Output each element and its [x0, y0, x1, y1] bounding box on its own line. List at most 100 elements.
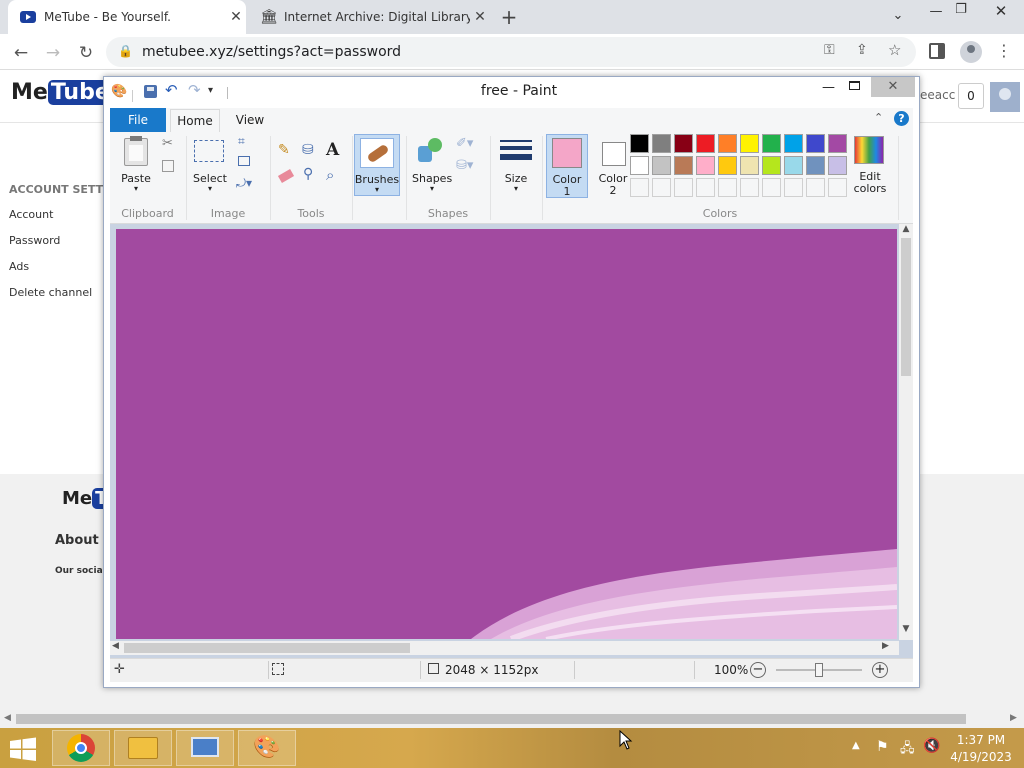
notification-count[interactable]: 0 — [958, 83, 984, 109]
scroll-down-icon[interactable]: ▼ — [899, 624, 913, 636]
vertical-scrollbar[interactable]: ▲ ▼ — [899, 224, 913, 640]
eraser-icon[interactable] — [277, 169, 295, 183]
taskbar-file-explorer-icon[interactable] — [114, 730, 172, 766]
palette-empty-swatch[interactable] — [696, 178, 715, 197]
tab-search-icon[interactable]: ⌄ — [887, 8, 909, 23]
palette-empty-swatch[interactable] — [762, 178, 781, 197]
forward-icon[interactable]: → — [42, 42, 64, 64]
share-icon[interactable]: ⇪ — [856, 42, 868, 58]
palette-empty-swatch[interactable] — [828, 178, 847, 197]
start-button-icon[interactable] — [8, 737, 38, 761]
bookmark-star-icon[interactable]: ☆ — [888, 41, 901, 59]
resize-icon[interactable] — [238, 156, 250, 166]
pencil-icon[interactable]: ✎ — [278, 142, 290, 158]
save-icon[interactable] — [144, 85, 157, 98]
drawing-canvas[interactable] — [116, 229, 897, 639]
copy-icon[interactable] — [162, 160, 174, 172]
reload-icon[interactable]: ↻ — [75, 42, 97, 64]
tab-close-icon[interactable]: ✕ — [470, 9, 490, 25]
text-tool-icon[interactable]: A — [326, 140, 339, 160]
scroll-right-icon[interactable]: ▶ — [882, 641, 889, 651]
tray-overflow-icon[interactable]: ▲ — [852, 740, 860, 751]
minimize-icon[interactable]: — — [925, 4, 947, 19]
tray-flag-icon[interactable]: ⚑ — [876, 739, 889, 755]
close-window-icon[interactable]: ✕ — [990, 2, 1012, 20]
url-text[interactable]: metubee.xyz/settings?act=password — [142, 44, 401, 60]
tab-home[interactable]: Home — [170, 109, 220, 132]
palette-swatch[interactable] — [762, 156, 781, 175]
collapse-ribbon-icon[interactable]: ⌃ — [874, 111, 883, 124]
taskbar-paint-icon[interactable]: 🎨 — [238, 730, 296, 766]
cut-icon[interactable]: ✂ — [162, 136, 173, 151]
new-tab-button[interactable]: + — [498, 6, 520, 28]
clock-time[interactable]: 1:37 PM — [946, 733, 1016, 747]
palette-empty-swatch[interactable] — [806, 178, 825, 197]
back-icon[interactable]: ← — [10, 42, 32, 64]
key-icon[interactable]: ⚿ — [824, 42, 835, 58]
profile-avatar-icon[interactable] — [960, 41, 982, 63]
color2-button[interactable]: Color 2 — [592, 134, 634, 198]
color-picker-icon[interactable]: ⚲ — [303, 166, 313, 182]
tray-volume-muted-icon[interactable]: 🔇 — [923, 738, 940, 754]
palette-swatch[interactable] — [828, 156, 847, 175]
edit-colors-label-2[interactable]: colors — [850, 182, 890, 195]
palette-swatch[interactable] — [696, 156, 715, 175]
shapes-button[interactable]: Shapes ▾ — [412, 136, 452, 196]
undo-icon[interactable]: ↶ — [165, 81, 178, 99]
paint-app-icon[interactable]: 🎨 — [111, 84, 127, 99]
palette-swatch[interactable] — [806, 156, 825, 175]
tray-network-icon[interactable]: 🖧 — [900, 739, 915, 761]
palette-swatch[interactable] — [740, 156, 759, 175]
paste-button[interactable]: Paste ▾ — [116, 136, 156, 196]
size-button[interactable]: Size ▾ — [496, 136, 536, 196]
avatar[interactable] — [990, 82, 1020, 112]
paint-close-button[interactable]: ✕ — [871, 77, 915, 97]
palette-empty-swatch[interactable] — [652, 178, 671, 197]
scroll-up-icon[interactable]: ▲ — [899, 224, 913, 236]
palette-swatch[interactable] — [630, 156, 649, 175]
palette-empty-swatch[interactable] — [630, 178, 649, 197]
palette-swatch[interactable] — [630, 134, 649, 153]
palette-swatch[interactable] — [718, 134, 737, 153]
taskbar-remote-desktop-icon[interactable] — [176, 730, 234, 766]
quick-access-dropdown-icon[interactable]: ▾ — [208, 85, 213, 96]
menu-account[interactable]: Account — [9, 208, 53, 221]
redo-icon[interactable]: ↷ — [188, 81, 201, 99]
menu-delete-channel[interactable]: Delete channel — [9, 286, 92, 299]
vertical-scroll-thumb[interactable] — [901, 238, 911, 376]
crop-icon[interactable]: ⌗ — [238, 134, 245, 149]
color1-button[interactable]: Color 1 — [546, 134, 588, 198]
zoom-in-icon[interactable]: + — [872, 662, 888, 678]
lock-icon[interactable]: 🔒 — [118, 44, 133, 58]
fill-icon[interactable]: ⛁▾ — [456, 158, 473, 173]
username-label[interactable]: eeacc — [920, 88, 955, 102]
palette-empty-swatch[interactable] — [740, 178, 759, 197]
edit-colors-icon[interactable] — [854, 136, 884, 164]
zoom-slider-thumb[interactable] — [815, 663, 823, 677]
tab-metube[interactable]: MeTube - Be Yourself. ✕ — [8, 0, 246, 34]
clock-date[interactable]: 4/19/2023 — [946, 750, 1016, 764]
scroll-left-icon[interactable]: ◀ — [112, 641, 119, 651]
palette-swatch[interactable] — [784, 156, 803, 175]
page-scroll-thumb[interactable] — [16, 714, 966, 724]
page-horizontal-scrollbar[interactable]: ◀ ▶ — [0, 710, 1024, 728]
help-icon[interactable]: ? — [894, 111, 909, 126]
page-scroll-left-icon[interactable]: ◀ — [4, 713, 11, 723]
paint-minimize-icon[interactable]: — — [822, 80, 835, 95]
select-button[interactable]: Select ▾ — [192, 136, 228, 196]
horizontal-scroll-thumb[interactable] — [124, 643, 410, 653]
restore-icon[interactable]: ❐ — [950, 2, 972, 17]
palette-swatch[interactable] — [806, 134, 825, 153]
metube-logo[interactable]: Me Tube — [11, 80, 113, 105]
palette-swatch[interactable] — [784, 134, 803, 153]
palette-swatch[interactable] — [718, 156, 737, 175]
zoom-out-icon[interactable]: − — [750, 662, 766, 678]
brushes-button[interactable]: Brushes ▾ — [354, 134, 400, 196]
palette-empty-swatch[interactable] — [784, 178, 803, 197]
tab-internet-archive[interactable]: 🏛 Internet Archive: Digital Library o ✕ — [252, 0, 490, 34]
tab-close-icon[interactable]: ✕ — [226, 9, 246, 25]
address-bar[interactable]: 🔒 metubee.xyz/settings?act=password ⚿ ⇪ … — [106, 37, 916, 67]
paint-maximize-icon[interactable] — [849, 81, 860, 90]
palette-empty-swatch[interactable] — [718, 178, 737, 197]
palette-swatch[interactable] — [652, 134, 671, 153]
